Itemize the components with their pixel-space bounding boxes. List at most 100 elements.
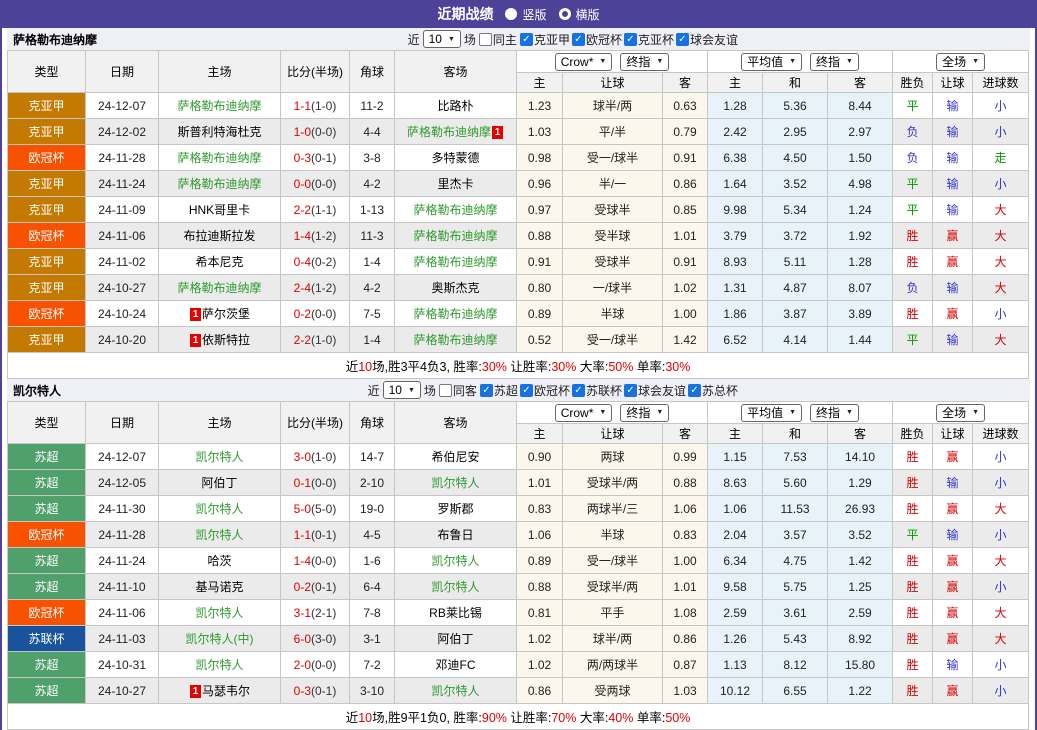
- league-type-badge: 欧冠杯: [8, 522, 86, 548]
- summary-segment: 单率:: [633, 711, 665, 725]
- match-date: 24-12-07: [86, 93, 159, 119]
- league-filter-item[interactable]: ✓克亚甲: [520, 31, 570, 48]
- home-team-name: 萨尔茨堡: [202, 307, 250, 321]
- scope-select[interactable]: 全场▼: [936, 53, 985, 71]
- summary-segment: 场,胜9平1负0, 胜率:: [372, 711, 482, 725]
- full-time-score: 3-1: [294, 606, 311, 620]
- league-filter-item[interactable]: ✓苏总杯: [688, 382, 738, 399]
- league-filter-item[interactable]: ✓欧冠杯: [520, 382, 570, 399]
- result-outcome: 平: [893, 93, 933, 119]
- avg-odds-draw: 3.61: [763, 600, 828, 626]
- match-row: 苏超 24-11-24 哈茨 1-4(0-0) 1-6 凯尔特人 0.89 受一…: [8, 548, 1029, 574]
- match-date: 24-11-28: [86, 522, 159, 548]
- scope-select[interactable]: 全场▼: [936, 404, 985, 422]
- away-team-name: 阿伯丁: [437, 632, 473, 646]
- col-handicap: 让球: [563, 73, 663, 93]
- result-handicap: 输: [933, 652, 973, 678]
- near-label: 近: [368, 382, 380, 399]
- same-venue-checkbox[interactable]: 同主: [479, 31, 517, 48]
- radio-vertical-option[interactable]: 竖版: [505, 6, 546, 23]
- match-row: 苏超 24-12-07 凯尔特人 3-0(1-0) 14-7 希伯尼安 0.90…: [8, 444, 1029, 470]
- match-date: 24-10-24: [86, 301, 159, 327]
- odds-type-select[interactable]: 终指▼: [620, 404, 669, 422]
- avg-odds-home: 8.93: [708, 249, 763, 275]
- checkbox-unchecked-icon[interactable]: [439, 384, 452, 397]
- checkbox-checked-icon[interactable]: ✓: [480, 384, 493, 397]
- chevron-down-icon: ▼: [789, 409, 796, 416]
- league-filter-item[interactable]: ✓球会友谊: [624, 382, 686, 399]
- initial-handicap: 两球半/三: [563, 496, 663, 522]
- match-date: 24-11-09: [86, 197, 159, 223]
- avg-odds-away: 4.98: [828, 171, 893, 197]
- checkbox-checked-icon[interactable]: ✓: [624, 33, 637, 46]
- match-date: 24-11-30: [86, 496, 159, 522]
- checkbox-checked-icon[interactable]: ✓: [676, 33, 689, 46]
- avg-select[interactable]: 平均值▼: [741, 404, 802, 422]
- checkbox-checked-icon[interactable]: ✓: [520, 33, 533, 46]
- radio-filled-icon[interactable]: [505, 8, 517, 20]
- score-cell: 0-3(0-1): [281, 145, 350, 171]
- avg-type-select[interactable]: 终指▼: [810, 404, 859, 422]
- checkbox-checked-icon[interactable]: ✓: [520, 384, 533, 397]
- match-date: 24-11-06: [86, 600, 159, 626]
- league-filter-item[interactable]: ✓苏超: [480, 382, 518, 399]
- initial-odds-home: 0.89: [517, 301, 563, 327]
- record-summary: 近10场,胜3平4负3, 胜率:30% 让胜率:30% 大率:50% 单率:30…: [8, 353, 1029, 379]
- league-type-badge: 苏超: [8, 470, 86, 496]
- home-team-name: 凯尔特人: [195, 658, 243, 672]
- initial-odds-home: 1.02: [517, 626, 563, 652]
- league-type-badge: 苏超: [8, 444, 86, 470]
- avg-type-select[interactable]: 终指▼: [810, 53, 859, 71]
- match-row: 克亚甲 24-12-07 萨格勒布迪纳摩 1-1(1-0) 11-2 比路朴 1…: [8, 93, 1029, 119]
- score-cell: 0-0(0-0): [281, 171, 350, 197]
- summary-segment: 大率:: [576, 360, 608, 374]
- initial-odds-home: 0.80: [517, 275, 563, 301]
- checkbox-checked-icon[interactable]: ✓: [572, 384, 585, 397]
- content-frame: 萨格勒布迪纳摩 近 10 ▼ 场 同主 ✓克亚甲✓欧冠杯✓克亚杯✓球会友谊: [0, 28, 1037, 730]
- league-filter-item[interactable]: ✓苏联杯: [572, 382, 622, 399]
- result-handicap: 赢: [933, 626, 973, 652]
- games-count-select[interactable]: 10 ▼: [383, 381, 421, 399]
- same-venue-label: 同主: [493, 31, 517, 48]
- league-filter-item[interactable]: ✓克亚杯: [624, 31, 674, 48]
- league-type-badge: 克亚甲: [8, 249, 86, 275]
- match-date: 24-11-06: [86, 223, 159, 249]
- result-outcome: 平: [893, 327, 933, 353]
- corner-count: 1-6: [350, 548, 395, 574]
- half-time-score: (1-1): [311, 203, 336, 217]
- checkbox-unchecked-icon[interactable]: [479, 33, 492, 46]
- chevron-down-icon: ▼: [846, 409, 853, 416]
- league-filter-item[interactable]: ✓欧冠杯: [572, 31, 622, 48]
- initial-odds-away: 0.91: [663, 145, 708, 171]
- games-count-value: 10: [389, 383, 402, 397]
- half-time-score: (1-0): [311, 450, 336, 464]
- home-team-cell: 1萨尔茨堡: [159, 301, 281, 327]
- full-time-score: 0-0: [294, 177, 311, 191]
- result-goals: 小: [973, 444, 1029, 470]
- half-time-score: (0-0): [311, 177, 336, 191]
- radio-hollow-icon[interactable]: [559, 8, 571, 20]
- checkbox-checked-icon[interactable]: ✓: [688, 384, 701, 397]
- match-row: 欧冠杯 24-11-28 萨格勒布迪纳摩 0-3(0-1) 3-8 多特蒙德 0…: [8, 145, 1029, 171]
- odds-type-select[interactable]: 终指▼: [620, 53, 669, 71]
- initial-odds-away: 0.99: [663, 444, 708, 470]
- col-avg-away: 客: [828, 73, 893, 93]
- initial-handicap: 受一/球半: [563, 327, 663, 353]
- league-type-badge: 苏超: [8, 652, 86, 678]
- checkbox-checked-icon[interactable]: ✓: [572, 33, 585, 46]
- avg-select[interactable]: 平均值▼: [741, 53, 802, 71]
- home-team-name: 凯尔特人: [195, 528, 243, 542]
- same-venue-checkbox[interactable]: 同客: [439, 382, 477, 399]
- games-count-select[interactable]: 10 ▼: [423, 30, 461, 48]
- checkbox-checked-icon[interactable]: ✓: [624, 384, 637, 397]
- team-name-title: 萨格勒布迪纳摩: [13, 31, 97, 48]
- match-date: 24-11-24: [86, 548, 159, 574]
- away-team-name: RB莱比锡: [429, 606, 482, 620]
- league-filter-item[interactable]: ✓球会友谊: [676, 31, 738, 48]
- avg-odds-draw: 4.50: [763, 145, 828, 171]
- radio-horizontal-option[interactable]: 横版: [559, 6, 600, 23]
- corner-count: 7-5: [350, 301, 395, 327]
- odds-provider-select[interactable]: Crow*▼: [555, 53, 613, 71]
- corner-count: 19-0: [350, 496, 395, 522]
- odds-provider-select[interactable]: Crow*▼: [555, 404, 613, 422]
